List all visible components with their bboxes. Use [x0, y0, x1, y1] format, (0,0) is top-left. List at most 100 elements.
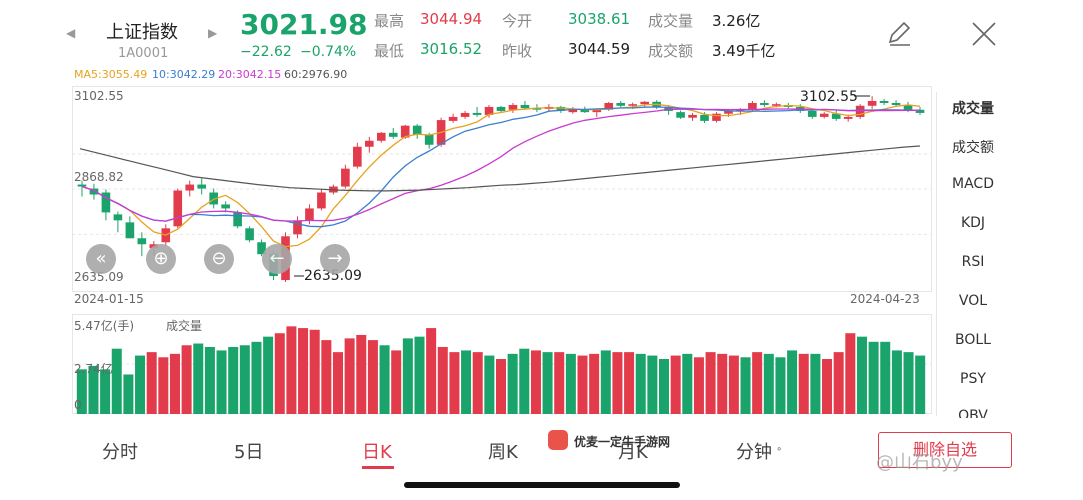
scroll-left-button[interactable]: ← — [262, 244, 292, 274]
volume-bar — [158, 357, 169, 414]
volume-bar — [495, 359, 507, 414]
ma10-line — [81, 106, 921, 228]
close-icon[interactable] — [970, 20, 998, 48]
candle-body — [412, 125, 422, 135]
volume-bar — [845, 333, 856, 414]
ma20-legend: 20:3042.15 — [218, 68, 282, 81]
volume-bar — [868, 341, 879, 414]
volume-bar — [589, 353, 600, 414]
candle-body — [807, 110, 817, 117]
scroll-right-button[interactable]: → — [320, 244, 350, 274]
volume-bar — [833, 352, 844, 414]
sidebar-item-vol[interactable]: VOL — [940, 293, 1006, 309]
volume-bar — [181, 345, 192, 414]
stat-value-volume: 3.26亿 — [712, 12, 761, 30]
sidebar-item-turnover[interactable]: 成交额 — [940, 137, 1006, 157]
tab-daily-k[interactable]: 日K — [362, 438, 392, 464]
volume-bar — [263, 336, 274, 414]
candle-body — [819, 113, 829, 117]
volume-bar — [332, 352, 343, 414]
candle-body — [448, 116, 458, 121]
stat-value-low: 3016.52 — [420, 40, 483, 58]
volume-bar — [461, 350, 472, 414]
volume-bar — [600, 350, 611, 414]
ma5-legend: MA5:3055.49 — [74, 68, 148, 81]
candle-body — [843, 116, 853, 119]
tab-weekly-k[interactable]: 周K — [488, 438, 518, 464]
volume-bar — [146, 352, 157, 414]
volume-bar — [309, 329, 320, 414]
ma60-legend: 60:2976.90 — [284, 68, 348, 81]
volume-bar — [775, 357, 786, 414]
tab-5day[interactable]: 5日 — [234, 438, 263, 464]
candle-body — [520, 104, 530, 109]
volume-bar — [903, 352, 914, 414]
zoom-in-button[interactable]: ⊕ — [146, 244, 176, 274]
volume-bar — [111, 348, 122, 414]
candle-body — [173, 190, 183, 227]
volume-bar — [693, 357, 704, 414]
sidebar-item-obv[interactable]: OBV — [940, 408, 1006, 418]
tab-minute[interactable]: 分钟 — [736, 438, 772, 464]
volume-bar — [216, 350, 227, 414]
kline-chart[interactable] — [72, 86, 932, 292]
sidebar-item-rsi[interactable]: RSI — [940, 254, 1006, 270]
candle-body — [185, 184, 195, 191]
index-code: 1A0001 — [118, 46, 169, 61]
candle-body — [137, 238, 147, 245]
volume-bar — [321, 340, 332, 414]
candle-body — [305, 208, 314, 221]
candle-body — [496, 106, 506, 111]
volume-bar — [659, 359, 670, 414]
volume-bar — [787, 350, 798, 414]
sidebar-item-volume[interactable]: 成交量 — [940, 98, 1006, 118]
candle-body — [245, 228, 254, 241]
candle-body — [688, 114, 697, 118]
volume-bar — [728, 355, 739, 414]
scroll-to-start-button[interactable]: « — [86, 244, 116, 274]
volume-bar — [717, 353, 728, 414]
kline-y-top-label: 3102.55 — [74, 89, 124, 103]
volume-bar — [274, 333, 285, 414]
ma5-line — [81, 103, 921, 248]
volume-bar — [915, 355, 926, 414]
candle-body — [891, 102, 901, 105]
volume-bar — [228, 346, 239, 414]
candle-body — [628, 104, 637, 106]
volume-bar — [414, 336, 425, 414]
index-name: 上证指数 — [106, 22, 178, 43]
volume-bar — [204, 346, 215, 414]
pencil-icon[interactable] — [884, 18, 914, 48]
volume-bar — [391, 350, 402, 414]
volume-bar — [856, 336, 867, 414]
volume-bar — [635, 353, 646, 414]
candle-body — [113, 214, 123, 221]
candle-body — [365, 140, 374, 147]
user-watermark: @山石byy — [876, 452, 963, 473]
next-index-arrow-icon[interactable]: ▶ — [208, 26, 217, 40]
candle-body — [317, 192, 326, 209]
volume-bar — [402, 338, 413, 414]
sidebar-item-psy[interactable]: PSY — [940, 371, 1006, 387]
zoom-out-button[interactable]: ⊖ — [204, 244, 234, 274]
volume-bar — [251, 341, 262, 414]
sidebar-item-boll[interactable]: BOLL — [940, 332, 1006, 348]
volume-bar — [752, 352, 763, 414]
ma10-legend: 10:3042.29 — [152, 68, 216, 81]
stat-value-open: 3038.61 — [568, 10, 631, 28]
volume-bar — [880, 341, 891, 414]
candle-body — [700, 114, 709, 121]
tab-dropdown-indicator[interactable]: ∘ — [776, 444, 782, 455]
prev-index-arrow-icon[interactable]: ◀ — [66, 26, 75, 40]
sidebar-divider — [936, 92, 937, 416]
stat-label-high: 最高 — [374, 12, 405, 30]
sidebar-item-kdj[interactable]: KDJ — [940, 215, 1006, 231]
candle-body — [293, 220, 302, 235]
volume-y-mid-label: 2.74亿 — [74, 362, 113, 376]
candle-body — [233, 212, 242, 227]
candle-body — [616, 102, 626, 106]
candle-body — [125, 222, 135, 239]
volume-y-top-label: 5.47亿(手) — [74, 319, 135, 333]
sidebar-item-macd[interactable]: MACD — [940, 176, 1006, 192]
tab-intraday[interactable]: 分时 — [102, 438, 138, 464]
